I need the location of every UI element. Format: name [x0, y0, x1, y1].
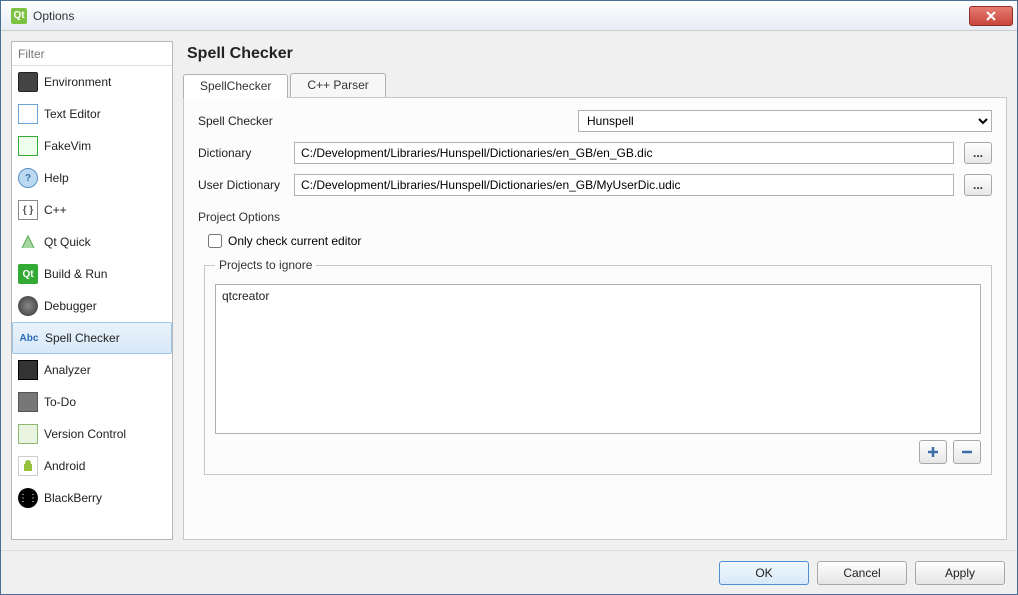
ok-button[interactable]: OK	[719, 561, 809, 585]
sidebar-item-help[interactable]: ? Help	[12, 162, 172, 194]
remove-project-button[interactable]	[953, 440, 981, 464]
dictionary-input[interactable]	[294, 142, 954, 164]
main-panel: Spell Checker SpellChecker C++ Parser Sp…	[183, 41, 1007, 540]
dictionary-browse-button[interactable]: ...	[964, 142, 992, 164]
sidebar-item-build-run[interactable]: Qt Build & Run	[12, 258, 172, 290]
only-check-label: Only check current editor	[228, 234, 361, 248]
blackberry-icon: ⋮⋮	[18, 488, 38, 508]
project-options-label: Project Options	[198, 210, 992, 224]
user-dictionary-input[interactable]	[294, 174, 954, 196]
build-run-icon: Qt	[18, 264, 38, 284]
sidebar-item-cpp[interactable]: { } C++	[12, 194, 172, 226]
plus-icon	[926, 445, 940, 459]
sidebar-item-label: FakeVim	[44, 139, 91, 153]
page-title: Spell Checker	[183, 41, 1007, 73]
text-editor-icon	[18, 104, 38, 124]
apply-button[interactable]: Apply	[915, 561, 1005, 585]
sidebar-item-debugger[interactable]: Debugger	[12, 290, 172, 322]
version-control-icon	[18, 424, 38, 444]
sidebar-item-label: C++	[44, 203, 67, 217]
sidebar-item-label: Debugger	[44, 299, 97, 313]
list-item[interactable]: qtcreator	[222, 289, 974, 303]
cancel-button[interactable]: Cancel	[817, 561, 907, 585]
spell-checker-select[interactable]: Hunspell	[578, 110, 992, 132]
dictionary-label: Dictionary	[198, 146, 284, 160]
filter-input[interactable]	[12, 42, 172, 66]
sidebar-list[interactable]: Environment Text Editor FakeVim ? Help { …	[12, 66, 172, 539]
sidebar-item-label: To-Do	[44, 395, 76, 409]
tab-cpp-parser[interactable]: C++ Parser	[290, 73, 385, 97]
sidebar-item-text-editor[interactable]: Text Editor	[12, 98, 172, 130]
tab-content: Spell Checker Hunspell Dictionary ...	[183, 97, 1007, 540]
sidebar-item-label: Environment	[44, 75, 111, 89]
user-dictionary-browse-button[interactable]: ...	[964, 174, 992, 196]
qtquick-icon	[18, 232, 38, 252]
fakevim-icon	[18, 136, 38, 156]
user-dictionary-row: User Dictionary ...	[198, 174, 992, 196]
projects-to-ignore-group: Projects to ignore qtcreator	[204, 258, 992, 475]
sidebar-item-label: Text Editor	[44, 107, 101, 121]
only-check-checkbox[interactable]	[208, 234, 222, 248]
minus-icon	[960, 445, 974, 459]
sidebar-item-label: Qt Quick	[44, 235, 91, 249]
tab-row: SpellChecker C++ Parser	[183, 73, 1007, 97]
sidebar-item-android[interactable]: Android	[12, 450, 172, 482]
sidebar-item-label: Analyzer	[44, 363, 91, 377]
sidebar-item-todo[interactable]: To-Do	[12, 386, 172, 418]
window-title: Options	[33, 9, 969, 23]
sidebar-item-label: Version Control	[44, 427, 126, 441]
user-dictionary-label: User Dictionary	[198, 178, 284, 192]
only-check-row: Only check current editor	[198, 234, 992, 248]
sidebar-item-label: Spell Checker	[45, 331, 120, 345]
settings-area: SpellChecker C++ Parser Spell Checker Hu…	[183, 73, 1007, 540]
dialog-body: Environment Text Editor FakeVim ? Help { …	[1, 31, 1017, 550]
spell-checker-icon: Abc	[19, 328, 39, 348]
sidebar-item-label: Help	[44, 171, 69, 185]
help-icon: ?	[18, 168, 38, 188]
sidebar-item-environment[interactable]: Environment	[12, 66, 172, 98]
titlebar: Qt Options	[1, 1, 1017, 31]
android-icon	[18, 456, 38, 476]
spell-checker-label: Spell Checker	[198, 114, 568, 128]
sidebar-item-version-control[interactable]: Version Control	[12, 418, 172, 450]
dictionary-row: Dictionary ...	[198, 142, 992, 164]
projects-to-ignore-list[interactable]: qtcreator	[215, 284, 981, 434]
sidebar-item-spell-checker[interactable]: Abc Spell Checker	[12, 322, 172, 354]
sidebar-item-label: Build & Run	[44, 267, 107, 281]
dialog-buttons: OK Cancel Apply	[1, 550, 1017, 594]
sidebar-item-blackberry[interactable]: ⋮⋮ BlackBerry	[12, 482, 172, 514]
close-icon	[986, 11, 996, 21]
debugger-icon	[18, 296, 38, 316]
cpp-icon: { }	[18, 200, 38, 220]
environment-icon	[18, 72, 38, 92]
add-remove-row	[215, 440, 981, 464]
spell-checker-row: Spell Checker Hunspell	[198, 110, 992, 132]
todo-icon	[18, 392, 38, 412]
tab-spellchecker[interactable]: SpellChecker	[183, 74, 288, 98]
app-icon: Qt	[11, 8, 27, 24]
sidebar-item-qtquick[interactable]: Qt Quick	[12, 226, 172, 258]
sidebar-item-label: BlackBerry	[44, 491, 102, 505]
sidebar-item-analyzer[interactable]: Analyzer	[12, 354, 172, 386]
options-window: Qt Options Environment Text Editor FakeV…	[0, 0, 1018, 595]
analyzer-icon	[18, 360, 38, 380]
projects-to-ignore-label: Projects to ignore	[215, 258, 316, 272]
close-button[interactable]	[969, 6, 1013, 26]
sidebar-item-fakevim[interactable]: FakeVim	[12, 130, 172, 162]
sidebar-item-label: Android	[44, 459, 85, 473]
sidebar: Environment Text Editor FakeVim ? Help { …	[11, 41, 173, 540]
add-project-button[interactable]	[919, 440, 947, 464]
